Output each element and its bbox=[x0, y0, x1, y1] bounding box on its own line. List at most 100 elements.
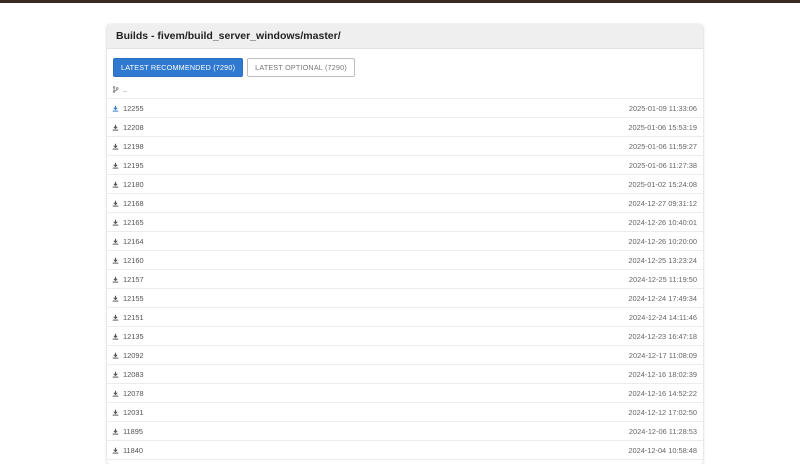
build-link[interactable]: 12155 bbox=[112, 294, 144, 303]
build-row[interactable]: 12157 2024-12-25 11:19:50 bbox=[107, 270, 703, 289]
build-date: 2024-12-23 16:47:18 bbox=[628, 331, 697, 341]
build-row[interactable]: 12078 2024-12-16 14:52:22 bbox=[107, 384, 703, 403]
build-number: 11840 bbox=[123, 445, 144, 455]
build-number: 12208 bbox=[123, 122, 144, 132]
download-icon bbox=[112, 162, 119, 169]
build-date: 2024-12-12 17:02:50 bbox=[628, 407, 697, 417]
build-date: 2024-12-27 09:31:12 bbox=[628, 198, 697, 208]
download-icon bbox=[112, 257, 119, 264]
build-row[interactable]: 12195 2025-01-06 11:27:38 bbox=[107, 156, 703, 175]
download-icon bbox=[112, 409, 119, 416]
build-row[interactable]: 12031 2024-12-12 17:02:50 bbox=[107, 403, 703, 422]
build-date: 2024-12-06 11:28:53 bbox=[628, 426, 697, 436]
download-icon bbox=[112, 447, 119, 454]
build-row[interactable]: 12164 2024-12-26 10:20:00 bbox=[107, 232, 703, 251]
download-icon bbox=[112, 105, 119, 112]
build-number: 12151 bbox=[123, 312, 144, 322]
build-link[interactable]: 12198 bbox=[112, 142, 144, 151]
build-number: 12198 bbox=[123, 141, 144, 151]
build-link[interactable]: 12092 bbox=[112, 351, 144, 360]
build-date: 2025-01-06 15:53:19 bbox=[628, 122, 697, 132]
panel-title: Builds - fivem/build_server_windows/mast… bbox=[107, 24, 703, 49]
build-date: 2024-12-26 10:20:00 bbox=[628, 236, 697, 246]
build-row[interactable]: 12255 2025-01-09 11:33:06 bbox=[107, 99, 703, 118]
build-link[interactable]: 12255 bbox=[112, 104, 144, 113]
download-icon bbox=[112, 352, 119, 359]
build-row[interactable]: 12092 2024-12-17 11:08:09 bbox=[107, 346, 703, 365]
build-link[interactable]: 12078 bbox=[112, 389, 144, 398]
build-link[interactable]: 12151 bbox=[112, 313, 144, 322]
build-number: 12164 bbox=[123, 236, 144, 246]
build-link[interactable]: 12180 bbox=[112, 180, 144, 189]
build-link[interactable]: 12083 bbox=[112, 370, 144, 379]
download-icon bbox=[112, 143, 119, 150]
build-link[interactable]: 11840 bbox=[112, 446, 143, 455]
build-row[interactable]: 12151 2024-12-24 14:11:46 bbox=[107, 308, 703, 327]
latest-recommended-button[interactable]: LATEST RECOMMENDED (7290) bbox=[113, 57, 244, 77]
build-date: 2025-01-02 15:24:08 bbox=[628, 179, 697, 189]
top-accent-bar bbox=[0, 0, 800, 3]
build-link[interactable]: 12157 bbox=[112, 275, 144, 284]
build-row[interactable]: 12198 2025-01-06 11:59:27 bbox=[107, 137, 703, 156]
build-row[interactable]: 12155 2024-12-24 17:49:34 bbox=[107, 289, 703, 308]
build-link[interactable]: 12164 bbox=[112, 237, 144, 246]
builds-panel: Builds - fivem/build_server_windows/mast… bbox=[107, 24, 703, 464]
build-date: 2024-12-24 17:49:34 bbox=[628, 293, 697, 303]
build-link[interactable]: 11895 bbox=[112, 427, 143, 436]
build-number: 12031 bbox=[123, 407, 144, 417]
download-icon bbox=[112, 428, 119, 435]
build-date: 2024-12-16 18:02:39 bbox=[628, 369, 697, 379]
download-icon bbox=[112, 276, 119, 283]
build-date: 2024-12-24 14:11:46 bbox=[628, 312, 697, 322]
download-icon bbox=[112, 333, 119, 340]
build-number: 12083 bbox=[123, 369, 144, 379]
build-list: .. 12255 2025-01-09 11:33:06 12208 2025-01-… bbox=[107, 80, 703, 464]
build-number: 12255 bbox=[123, 103, 144, 113]
download-icon bbox=[112, 295, 119, 302]
build-number: 12168 bbox=[123, 198, 144, 208]
build-number: 12195 bbox=[123, 160, 144, 170]
parent-directory-row[interactable]: .. bbox=[107, 80, 703, 99]
build-filter-buttons: LATEST RECOMMENDED (7290) LATEST OPTIONA… bbox=[107, 52, 703, 78]
build-row[interactable]: 11840 2024-12-04 10:58:48 bbox=[107, 441, 703, 460]
download-icon bbox=[112, 238, 119, 245]
build-number: 12092 bbox=[123, 350, 144, 360]
build-row[interactable]: 117752024-12-02 14:11:52 bbox=[107, 460, 703, 464]
build-row[interactable]: 12180 2025-01-02 15:24:08 bbox=[107, 175, 703, 194]
build-link[interactable]: 12031 bbox=[112, 408, 144, 417]
download-icon bbox=[112, 200, 119, 207]
build-row[interactable]: 11895 2024-12-06 11:28:53 bbox=[107, 422, 703, 441]
build-date: 2024-12-25 13:23:24 bbox=[628, 255, 697, 265]
parent-directory-label: .. bbox=[123, 84, 128, 94]
download-icon bbox=[112, 390, 119, 397]
build-link[interactable]: 12135 bbox=[112, 332, 144, 341]
build-number: 12155 bbox=[123, 293, 144, 303]
build-row[interactable]: 12168 2024-12-27 09:31:12 bbox=[107, 194, 703, 213]
build-date: 2024-12-17 11:08:09 bbox=[628, 350, 697, 360]
download-icon bbox=[112, 219, 119, 226]
build-row[interactable]: 12160 2024-12-25 13:23:24 bbox=[107, 251, 703, 270]
download-icon bbox=[112, 314, 119, 321]
build-row[interactable]: 12135 2024-12-23 16:47:18 bbox=[107, 327, 703, 346]
build-number: 11895 bbox=[123, 426, 144, 436]
build-number: 12160 bbox=[123, 255, 144, 265]
build-number: 12135 bbox=[123, 331, 144, 341]
branch-icon bbox=[112, 85, 119, 93]
build-date: 2024-12-26 10:40:01 bbox=[628, 217, 697, 227]
build-link[interactable]: 12165 bbox=[112, 218, 144, 227]
build-row[interactable]: 12083 2024-12-16 18:02:39 bbox=[107, 365, 703, 384]
build-link[interactable]: 12168 bbox=[112, 199, 144, 208]
build-link[interactable]: 12160 bbox=[112, 256, 144, 265]
build-row[interactable]: 12208 2025-01-06 15:53:19 bbox=[107, 118, 703, 137]
download-icon bbox=[112, 124, 119, 131]
build-link[interactable]: 12195 bbox=[112, 161, 144, 170]
build-date: 2025-01-06 11:59:27 bbox=[628, 141, 697, 151]
build-number: 12180 bbox=[123, 179, 144, 189]
download-icon bbox=[112, 371, 119, 378]
build-row[interactable]: 12165 2024-12-26 10:40:01 bbox=[107, 213, 703, 232]
build-link[interactable]: 12208 bbox=[112, 123, 144, 132]
latest-optional-button[interactable]: LATEST OPTIONAL (7290) bbox=[247, 57, 355, 77]
build-date: 2025-01-06 11:27:38 bbox=[628, 160, 697, 170]
build-date: 2024-12-25 11:19:50 bbox=[628, 274, 697, 284]
parent-directory-link[interactable]: .. bbox=[112, 85, 127, 94]
